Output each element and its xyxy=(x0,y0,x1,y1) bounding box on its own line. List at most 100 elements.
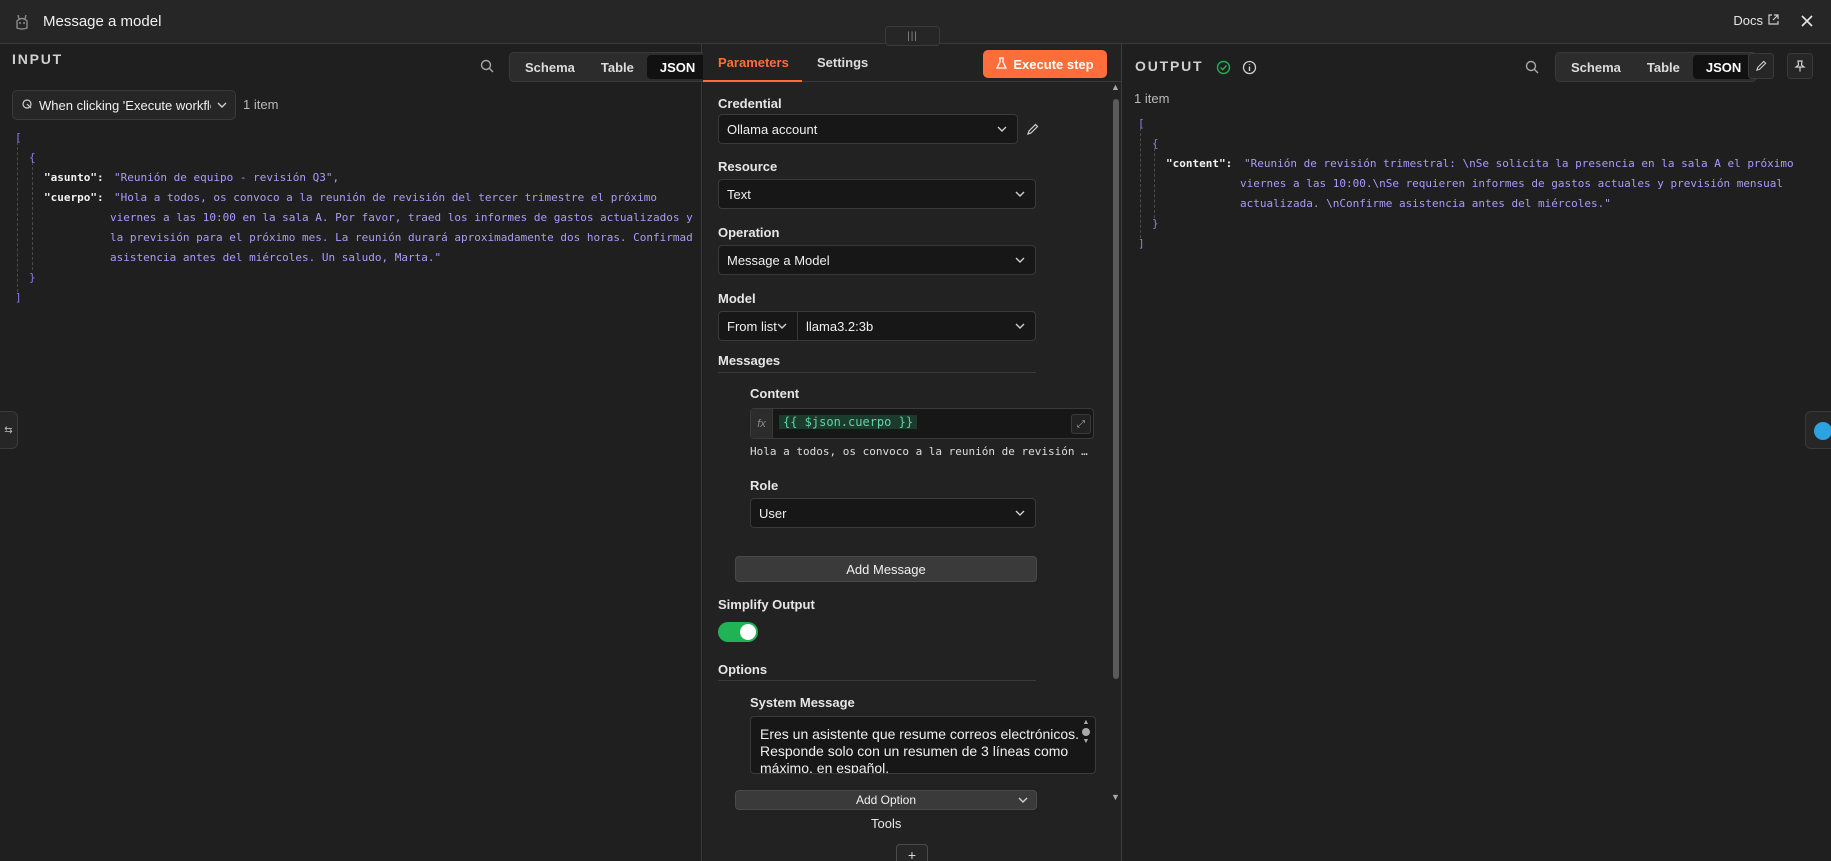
json-key: "content": xyxy=(1166,157,1233,170)
model-mode-select[interactable]: From list xyxy=(718,311,798,341)
tab-parameters[interactable]: Parameters xyxy=(718,55,789,70)
chevron-down-icon xyxy=(1018,794,1028,808)
credential-select[interactable]: Ollama account xyxy=(718,114,1018,144)
credential-value: Ollama account xyxy=(727,121,818,137)
scroll-thumb[interactable] xyxy=(1113,99,1119,679)
right-edge-tab[interactable] xyxy=(1805,411,1831,449)
input-panel: INPUT Schema Table JSON When clicking 'E… xyxy=(0,44,712,861)
tab-table[interactable]: Table xyxy=(588,55,647,79)
info-icon[interactable] xyxy=(1239,57,1259,77)
search-icon[interactable] xyxy=(477,56,497,76)
json-value-line: viernes a las 10:00 en la sala A. Por fa… xyxy=(110,211,693,224)
tab-table[interactable]: Table xyxy=(1634,55,1693,79)
textarea-scrollbar[interactable]: ▲ ▼ xyxy=(1081,719,1091,769)
chevron-down-icon xyxy=(997,122,1007,137)
external-link-icon xyxy=(1768,13,1779,28)
tab-schema[interactable]: Schema xyxy=(1558,55,1634,79)
tab-settings[interactable]: Settings xyxy=(817,55,868,70)
trigger-node-select[interactable]: When clicking 'Execute workflow' xyxy=(12,90,236,120)
chevron-down-icon xyxy=(777,319,787,334)
content-expression-field[interactable]: fx {{ $json.cuerpo }} ⤢ xyxy=(750,408,1094,439)
collapse-icon: ⇆ xyxy=(4,424,13,436)
json-bracket: { xyxy=(1152,137,1159,150)
json-bracket: ] xyxy=(15,291,22,304)
operation-value: Message a Model xyxy=(727,252,830,268)
json-bracket: [ xyxy=(15,131,22,144)
tab-json[interactable]: JSON xyxy=(646,55,709,79)
model-mode-value: From list xyxy=(727,318,777,334)
json-bracket: ] xyxy=(1138,237,1145,250)
add-message-button[interactable]: Add Message xyxy=(735,556,1037,582)
json-bracket: } xyxy=(29,271,36,284)
content-preview: Hola a todos, os convoco a la reunión de… xyxy=(750,445,1088,458)
ollama-logo-icon xyxy=(12,12,32,32)
execute-step-button[interactable]: Execute step xyxy=(983,50,1107,78)
add-option-button[interactable]: Add Option xyxy=(735,790,1037,810)
role-value: User xyxy=(759,505,787,521)
simplify-output-label: Simplify Output xyxy=(718,597,815,612)
search-icon[interactable] xyxy=(1522,57,1542,77)
tools-label: Tools xyxy=(871,816,902,831)
close-icon[interactable] xyxy=(1797,11,1817,31)
output-json-view: [ { "content": "Reunión de revisión trim… xyxy=(1123,114,1823,304)
operation-label: Operation xyxy=(718,225,780,240)
system-message-label: System Message xyxy=(750,695,855,710)
json-value-line: viernes a las 10:00.\nSe requieren infor… xyxy=(1240,177,1784,190)
input-view-switch: Schema Table JSON xyxy=(509,52,712,82)
json-value: "Reunión de equipo - revisión Q3", xyxy=(114,171,340,184)
operation-select[interactable]: Message a Model xyxy=(718,245,1036,275)
json-bracket: [ xyxy=(1138,117,1145,130)
output-view-switch: Schema Table JSON xyxy=(1555,52,1758,82)
model-label: Model xyxy=(718,291,756,306)
role-select[interactable]: User xyxy=(750,498,1036,528)
execute-step-label: Execute step xyxy=(1013,56,1094,72)
output-panel: OUTPUT Schema Table JSON 1 item [ { "con… xyxy=(1123,44,1831,861)
success-check-icon xyxy=(1213,57,1233,77)
left-edge-tab[interactable]: ⇆ xyxy=(0,411,18,449)
trigger-icon xyxy=(21,98,33,113)
json-guide xyxy=(1140,128,1141,238)
role-label: Role xyxy=(750,478,779,493)
output-item-count: 1 item xyxy=(1134,91,1170,106)
add-tool-button[interactable]: + xyxy=(896,844,928,861)
model-value: llama3.2:3b xyxy=(806,318,874,334)
chevron-down-icon xyxy=(1015,253,1025,268)
json-bracket: } xyxy=(1152,217,1159,230)
toggle-knob xyxy=(740,624,756,640)
json-guide xyxy=(32,162,33,270)
model-select[interactable]: llama3.2:3b xyxy=(797,311,1036,341)
divider xyxy=(718,680,1036,681)
docs-link[interactable]: Docs xyxy=(1733,13,1779,28)
tab-json[interactable]: JSON xyxy=(1692,55,1755,79)
credential-label: Credential xyxy=(718,96,782,111)
content-expression: {{ $json.cuerpo }} xyxy=(779,415,918,429)
resource-value: Text xyxy=(727,186,751,202)
system-message-textarea[interactable]: Eres un asistente que resume correos ele… xyxy=(750,716,1096,774)
trigger-node-label: When clicking 'Execute workflow' xyxy=(39,97,211,113)
panel-drag-handle[interactable]: ||| xyxy=(885,26,940,46)
node-settings-tabs: Parameters Settings Execute step xyxy=(703,44,1122,82)
edit-output-pencil-icon[interactable] xyxy=(1748,53,1774,79)
output-label: OUTPUT xyxy=(1135,58,1204,74)
chevron-down-icon xyxy=(1015,319,1025,334)
add-option-label: Add Option xyxy=(855,793,917,807)
input-label: INPUT xyxy=(12,51,63,67)
pin-icon[interactable] xyxy=(1787,53,1813,79)
json-guide xyxy=(17,142,18,292)
docs-label: Docs xyxy=(1733,13,1763,28)
fx-icon: fx xyxy=(751,409,773,438)
json-value-line: la previsión para el próximo mes. La reu… xyxy=(110,231,693,244)
simplify-output-toggle[interactable] xyxy=(718,622,758,642)
options-label: Options xyxy=(718,662,768,677)
active-tab-indicator xyxy=(703,80,802,82)
input-item-count: 1 item xyxy=(243,97,279,112)
resource-select[interactable]: Text xyxy=(718,179,1036,209)
params-scrollbar[interactable]: ▲ ▼ xyxy=(1110,82,1122,822)
edit-pencil-icon[interactable] xyxy=(1022,119,1042,139)
tab-schema[interactable]: Schema xyxy=(512,55,588,79)
messages-label: Messages xyxy=(718,353,781,368)
chevron-down-icon xyxy=(217,98,227,113)
expand-editor-icon[interactable]: ⤢ xyxy=(1071,414,1091,434)
json-value-line: "Reunión de revisión trimestral: \nSe so… xyxy=(1244,157,1794,170)
json-bracket: { xyxy=(29,151,36,164)
